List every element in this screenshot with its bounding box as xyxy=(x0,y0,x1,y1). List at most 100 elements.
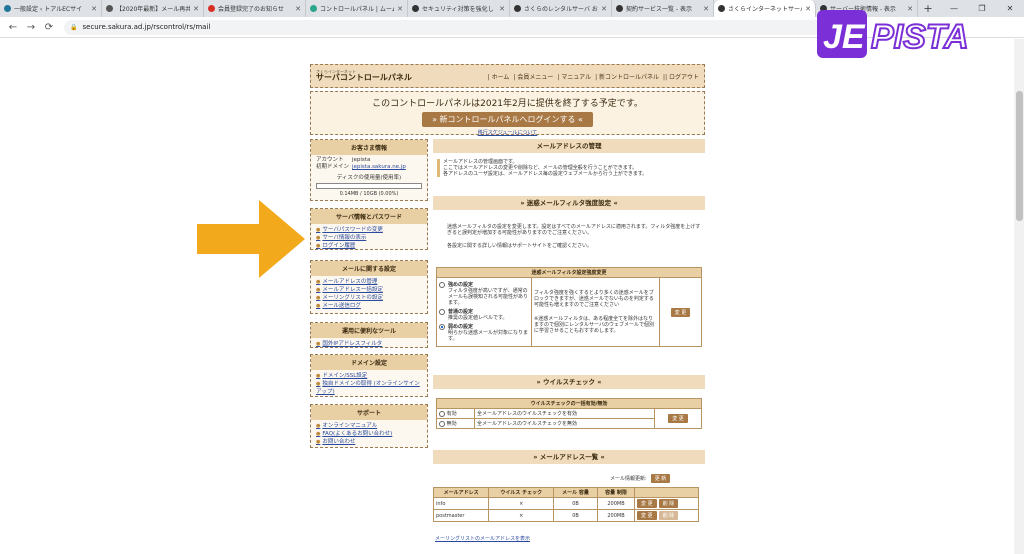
sidebar-link[interactable]: FAQ(よくあるお問い合わせ) xyxy=(316,430,422,438)
sidebar-link[interactable]: ログイン履歴 xyxy=(316,242,422,250)
table-cell-size: 0B xyxy=(553,497,599,510)
spam-desc-1: 迷惑メールフィルタの設定を変更します。設定はすべてのメールアドレスに適用されます… xyxy=(447,224,701,236)
delete-button[interactable]: 削 除 xyxy=(658,511,679,520)
list-column-header xyxy=(634,487,699,498)
new-panel-login-button[interactable]: » 新コントロールパネルへログインする « xyxy=(422,112,593,127)
browser-tab[interactable]: 契約サービス一覧 - 表示 ✕ xyxy=(612,0,714,17)
mail-settings-box: メールに関する設定 メールアドレスの管理メールアドレス一括設定メーリングリストの… xyxy=(310,260,428,314)
update-label: メール情報更新: xyxy=(610,476,647,482)
spam-option-radio[interactable] xyxy=(439,282,445,288)
spam-change-button[interactable]: 変 更 xyxy=(670,307,691,317)
tab-title: コントロールパネル | ムーム xyxy=(320,6,395,13)
end-of-service-notice: このコントロールパネルは2021年2月に提供を終了する予定です。 » 新コントロ… xyxy=(310,91,705,136)
disk-value: 0.14MB / 10GB (0.00%) xyxy=(339,191,399,197)
domain-value[interactable]: jepista.sakura.ne.jp xyxy=(352,164,406,171)
forward-button[interactable]: → xyxy=(22,22,40,33)
tab-close-icon[interactable]: ✕ xyxy=(295,5,301,13)
mail-management-title: メールアドレスの管理 xyxy=(433,139,705,153)
customer-info-title: お客さま情報 xyxy=(311,140,427,155)
favicon-icon xyxy=(208,5,215,12)
jepista-logo: JE PISTA xyxy=(817,10,970,58)
sidebar-link[interactable]: メールアドレス一括設定 xyxy=(316,286,422,294)
lock-icon: 🔒 xyxy=(70,23,78,31)
update-button[interactable]: 更 新 xyxy=(650,474,671,483)
tab-close-icon[interactable]: ✕ xyxy=(805,5,811,13)
favicon-icon xyxy=(412,5,419,12)
schedule-link[interactable]: 移行スケジュールについて xyxy=(311,129,704,136)
mail-update: メール情報更新: 更 新 xyxy=(610,474,671,483)
back-button[interactable]: ← xyxy=(4,22,22,33)
row-actions: 変 更削 除 xyxy=(634,497,699,510)
virus-change-button[interactable]: 変 更 xyxy=(668,414,688,423)
sidebar-link[interactable]: メーリングリストの設定 xyxy=(316,294,422,302)
server-password-title: サーバ情報とパスワード xyxy=(311,209,427,224)
panel-header: さくらインターネット サーバコントロールパネル | ホーム | 会員メニュー | マ… xyxy=(310,64,705,88)
virus-disable-radio[interactable] xyxy=(439,420,445,427)
virus-disable-label: 無効 xyxy=(446,421,457,427)
top-nav-link[interactable]: | 新コントロールパネル xyxy=(595,72,659,81)
spam-filter-table: 迷惑メールフィルタ設定強度変更 強めの設定 フィルタ強度が高いですが、通常のメール… xyxy=(436,267,702,347)
mail-management-desc: メールアドレスの管理画面です。 ここではメールアドレスの変更や削除など、メールの… xyxy=(437,159,701,177)
sidebar-link[interactable]: お問い合わせ xyxy=(316,438,422,446)
desc-line-3: 各アドレスのユーザ設定は、メールアドレス毎の設定ウェブメールから行う上ができます… xyxy=(443,171,648,177)
customer-info-box: お客さま情報 アカウント jepista 初期ドメイン jepista.sakura… xyxy=(310,139,428,201)
browser-tab[interactable]: 【2020年最新】メール再共 ✕ xyxy=(102,0,204,17)
spam-option: 弱めの設定 明らかな迷惑メールが対象になります。 xyxy=(439,324,529,342)
top-nav-link[interactable]: | ホーム xyxy=(488,72,510,81)
spam-option: 普通の設定 推奨の設定値レベルです。 xyxy=(439,309,529,321)
sidebar-link[interactable]: メール送信ログ xyxy=(316,302,422,310)
url-input[interactable]: 🔒 secure.sakura.ad.jp/rscontrol/rs/mail xyxy=(64,19,864,35)
spam-option-radio[interactable] xyxy=(439,324,445,330)
spam-option-desc: フィルタ強度が高いですが、通常のメールも誤検知される可能性があります。 xyxy=(448,288,529,306)
tab-close-icon[interactable]: ✕ xyxy=(91,5,97,13)
sidebar-link[interactable]: メールアドレスの管理 xyxy=(316,278,422,286)
edit-button[interactable]: 変 更 xyxy=(637,499,657,508)
tab-close-icon[interactable]: ✕ xyxy=(703,5,709,13)
favicon-icon xyxy=(514,5,521,12)
top-nav-link[interactable]: | マニュアル xyxy=(557,72,591,81)
browser-tab[interactable]: さくらインターネットサーバ ✕ xyxy=(714,0,816,17)
delete-button[interactable]: 削 除 xyxy=(658,499,679,508)
sidebar-link[interactable]: オンラインマニュアル xyxy=(316,422,422,430)
account-label: アカウント xyxy=(316,157,344,163)
tab-close-icon[interactable]: ✕ xyxy=(499,5,505,13)
virus-disable-desc: 全メールアドレスのウイルスチェックを無効 xyxy=(474,418,655,429)
top-nav-link[interactable]: || ログアウト xyxy=(663,72,699,81)
url-text: secure.sakura.ad.jp/rscontrol/rs/mail xyxy=(82,23,211,31)
spam-option-desc: 推奨の設定値レベルです。 xyxy=(448,315,508,321)
browser-tab[interactable]: さくらのレンタルサーバ お ✕ xyxy=(510,0,612,17)
edit-button[interactable]: 変 更 xyxy=(637,511,657,520)
tab-title: セキュリティ対策を強化し xyxy=(422,6,494,13)
arrow-pointer-icon xyxy=(197,200,305,278)
browser-tab[interactable]: セキュリティ対策を強化し ✕ xyxy=(408,0,510,17)
browser-tab[interactable]: 会員登録完了のお知らせ ✕ xyxy=(204,0,306,17)
spam-filter-title: » 迷惑メールフィルタ強度設定 « xyxy=(433,196,705,210)
sidebar-link[interactable]: サーバ情報の表示 xyxy=(316,234,422,242)
tab-close-icon[interactable]: ✕ xyxy=(193,5,199,13)
top-nav-link[interactable]: | 会員メニュー xyxy=(513,72,553,81)
svg-text:PISTA: PISTA xyxy=(871,18,969,56)
sidebar-link[interactable]: ドメイン/SSL設定 xyxy=(316,372,422,380)
table-cell-virus: × xyxy=(488,497,555,510)
tab-close-icon[interactable]: ✕ xyxy=(601,5,607,13)
scrollbar-thumb[interactable] xyxy=(1016,91,1023,221)
spam-option-radio[interactable] xyxy=(439,309,445,315)
browser-tab[interactable]: コントロールパネル | ムーム ✕ xyxy=(306,0,408,17)
scrollbar[interactable] xyxy=(1014,39,1024,554)
tab-title: 【2020年最新】メール再共 xyxy=(116,6,191,13)
tab-close-icon[interactable]: ✕ xyxy=(397,5,403,13)
browser-tab[interactable]: 一般設定 ‹ トアルECサイ ✕ xyxy=(0,0,102,17)
virus-enable-radio[interactable] xyxy=(439,410,445,417)
account-value: jepista xyxy=(352,157,371,163)
spam-desc-2: 各設定に関する詳しい情報はサポートサイトをご確認ください。 xyxy=(447,243,593,249)
mailing-list-link[interactable]: メーリングリストのメールアドレスを表示 xyxy=(435,535,530,542)
reload-button[interactable]: ⟳ xyxy=(40,22,58,33)
sidebar-link[interactable]: 国外IPアドレスフィルタ xyxy=(316,340,422,348)
sidebar-link[interactable]: サーバパスワードの変更 xyxy=(316,226,422,234)
table-row: info × 0B 200MB 変 更削 除 xyxy=(432,497,699,510)
spam-option-text: 普通の設定 推奨の設定値レベルです。 xyxy=(448,309,508,321)
support-box: サポート オンラインマニュアルFAQ(よくあるお問い合わせ)お問い合わせ xyxy=(310,404,428,448)
notice-message: このコントロールパネルは2021年2月に提供を終了する予定です。 xyxy=(372,99,643,109)
sidebar-link[interactable]: 独自ドメインの取得 (オンラインサインアップ) xyxy=(316,380,422,396)
table-cell-addr: postmaster xyxy=(432,509,490,522)
